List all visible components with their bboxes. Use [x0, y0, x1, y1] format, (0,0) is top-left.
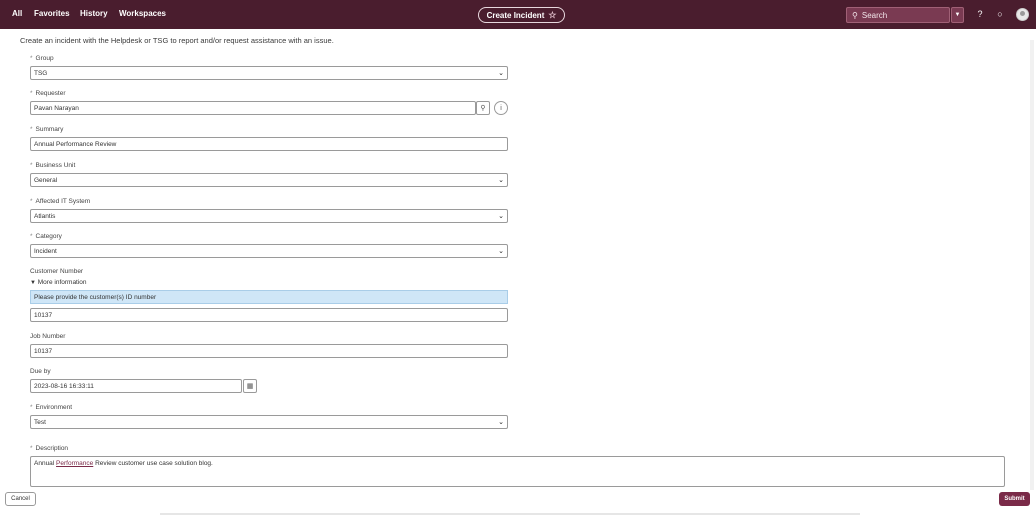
more-information-label: More information [37, 279, 87, 286]
category-value: Incident [34, 247, 57, 255]
customer-number-label: Customer Number [30, 268, 84, 275]
nav-favorites[interactable]: Favorites [34, 9, 70, 18]
business-unit-value: General [34, 176, 58, 184]
environment-select[interactable]: Test ⌄ [30, 415, 508, 429]
due-by-label: Due by [30, 368, 51, 375]
requester-lookup-button[interactable]: ⚲ [476, 101, 490, 115]
calendar-icon: ▦ [246, 383, 254, 390]
magnifier-icon: ⚲ [480, 105, 486, 112]
top-nav-bar: All Favorites History Workspaces Create … [0, 0, 1036, 29]
required-marker-icon: * [30, 198, 33, 205]
nav-workspaces[interactable]: Workspaces [119, 9, 166, 18]
business-unit-select[interactable]: General ⌄ [30, 173, 508, 187]
submit-button[interactable]: Submit [999, 492, 1030, 506]
required-marker-icon: * [30, 126, 33, 133]
affected-it-system-value: Atlantis [34, 212, 56, 220]
more-information-toggle[interactable]: ▼ More information [30, 279, 87, 286]
required-marker-icon: * [30, 445, 33, 452]
chevron-down-icon: ⌄ [498, 70, 504, 77]
page-scrollbar[interactable] [1030, 40, 1034, 490]
summary-label: * Summary [30, 126, 64, 133]
customer-number-value: 10137 [34, 311, 53, 319]
environment-value: Test [34, 418, 46, 426]
group-label: * Group [30, 55, 54, 62]
create-incident-label: Create Incident [486, 10, 545, 20]
chevron-down-icon: ⌄ [498, 248, 504, 255]
chevron-down-icon: ⌄ [498, 213, 504, 220]
intro-text: Create an incident with the Helpdesk or … [20, 36, 334, 45]
requester-input[interactable]: Pavan Narayan [30, 101, 476, 115]
requester-info-button[interactable]: i [494, 101, 508, 115]
summary-input[interactable]: Annual Performance Review [30, 137, 508, 151]
cancel-button[interactable]: Cancel [5, 492, 36, 506]
caret-down-icon: ▼ [30, 280, 36, 286]
customer-number-info-message: Please provide the customer(s) ID number [30, 290, 508, 304]
affected-it-system-label: * Affected IT System [30, 198, 91, 205]
description-spellcheck-word: Performance [56, 460, 94, 467]
date-picker-button[interactable]: ▦ [243, 379, 257, 393]
requester-value: Pavan Narayan [34, 104, 79, 112]
chevron-down-icon: ⌄ [498, 177, 504, 184]
search-icon: ⚲ [852, 10, 858, 20]
chevron-down-icon: ⌄ [498, 419, 504, 426]
customer-number-input[interactable]: 10137 [30, 308, 508, 322]
affected-it-system-select[interactable]: Atlantis ⌄ [30, 209, 508, 223]
divider [160, 513, 860, 515]
user-avatar[interactable] [1016, 8, 1029, 21]
category-label: * Category [30, 233, 62, 240]
star-icon[interactable]: ☆ [548, 10, 556, 21]
business-unit-label: * Business Unit [30, 162, 76, 169]
job-number-label: Job Number [30, 333, 66, 340]
description-label: * Description [30, 445, 69, 452]
due-by-value: 2023-08-16 16:33:11 [34, 382, 94, 390]
notifications-bell-icon[interactable]: ○ [995, 9, 1005, 19]
description-text-suffix: Review customer use case solution blog. [93, 460, 213, 467]
global-search-input[interactable]: ⚲ Search [846, 7, 950, 23]
group-value: TSG [34, 69, 48, 77]
required-marker-icon: * [30, 233, 33, 240]
search-placeholder: Search [861, 10, 888, 20]
group-select[interactable]: TSG ⌄ [30, 66, 508, 80]
nav-all[interactable]: All [12, 9, 22, 18]
required-marker-icon: * [30, 55, 33, 62]
required-marker-icon: * [30, 162, 33, 169]
environment-label: * Environment [30, 404, 73, 411]
description-text-prefix: Annual [34, 460, 57, 467]
required-marker-icon: * [30, 90, 33, 97]
nav-history[interactable]: History [80, 9, 108, 18]
description-textarea[interactable]: Annual Performance Review customer use c… [30, 456, 1005, 487]
info-icon: i [500, 104, 502, 112]
summary-value: Annual Performance Review [34, 140, 117, 148]
create-incident-button[interactable]: Create Incident ☆ [478, 7, 565, 23]
job-number-value: 10137 [34, 347, 53, 355]
job-number-input[interactable]: 10137 [30, 344, 508, 358]
due-by-input[interactable]: 2023-08-16 16:33:11 [30, 379, 242, 393]
required-marker-icon: * [30, 404, 33, 411]
requester-label: * Requester [30, 90, 66, 97]
search-scope-dropdown[interactable]: ▼ [951, 7, 964, 23]
help-icon[interactable]: ? [975, 9, 985, 19]
category-select[interactable]: Incident ⌄ [30, 244, 508, 258]
